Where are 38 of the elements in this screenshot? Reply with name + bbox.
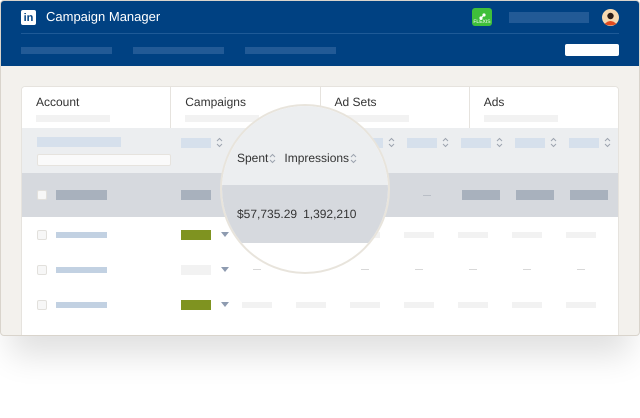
caret-icon[interactable] xyxy=(221,302,229,307)
tab[interactable]: Campaigns xyxy=(185,96,246,108)
avatar[interactable] xyxy=(602,8,619,26)
status-bar[interactable] xyxy=(181,230,211,240)
sort-icon[interactable] xyxy=(350,152,358,164)
tab[interactable]: Ads xyxy=(484,96,504,108)
skeleton-bar xyxy=(570,190,608,200)
tab[interactable]: Ad Sets xyxy=(334,96,377,108)
skeleton-bar xyxy=(181,190,211,200)
tab[interactable]: Account xyxy=(36,96,80,108)
skeleton-bar xyxy=(516,190,554,200)
table-cell-text: 1,392,210 xyxy=(303,206,356,223)
table-cell-text: $57,735.29 xyxy=(237,206,298,223)
sort-icon[interactable] xyxy=(496,137,503,148)
sort-icon[interactable] xyxy=(550,137,557,148)
status-bar[interactable] xyxy=(181,300,211,310)
skeleton-bar xyxy=(56,232,107,238)
sort-icon[interactable] xyxy=(216,137,223,148)
skeleton-bar xyxy=(56,302,107,308)
skeleton-bar xyxy=(56,266,107,272)
column-header[interactable]: Impressions xyxy=(284,149,350,167)
sort-icon[interactable] xyxy=(442,137,449,148)
checkbox[interactable] xyxy=(37,230,47,240)
checkbox[interactable] xyxy=(37,190,47,200)
checkbox[interactable] xyxy=(37,300,47,310)
caret-icon[interactable] xyxy=(221,232,229,237)
logo[interactable]: in xyxy=(21,10,36,24)
sort-icon[interactable] xyxy=(388,137,395,148)
skeleton-bar xyxy=(56,190,107,200)
link-icon xyxy=(478,13,486,20)
sort-icon[interactable] xyxy=(269,152,276,164)
checkbox[interactable] xyxy=(37,264,47,274)
filter-field[interactable] xyxy=(37,154,171,166)
app-title: Campaign Manager xyxy=(46,8,160,26)
column-header[interactable]: Spent xyxy=(237,149,268,167)
skeleton-bar xyxy=(462,190,500,200)
sort-icon[interactable] xyxy=(604,137,611,148)
caret-icon[interactable] xyxy=(221,267,229,272)
